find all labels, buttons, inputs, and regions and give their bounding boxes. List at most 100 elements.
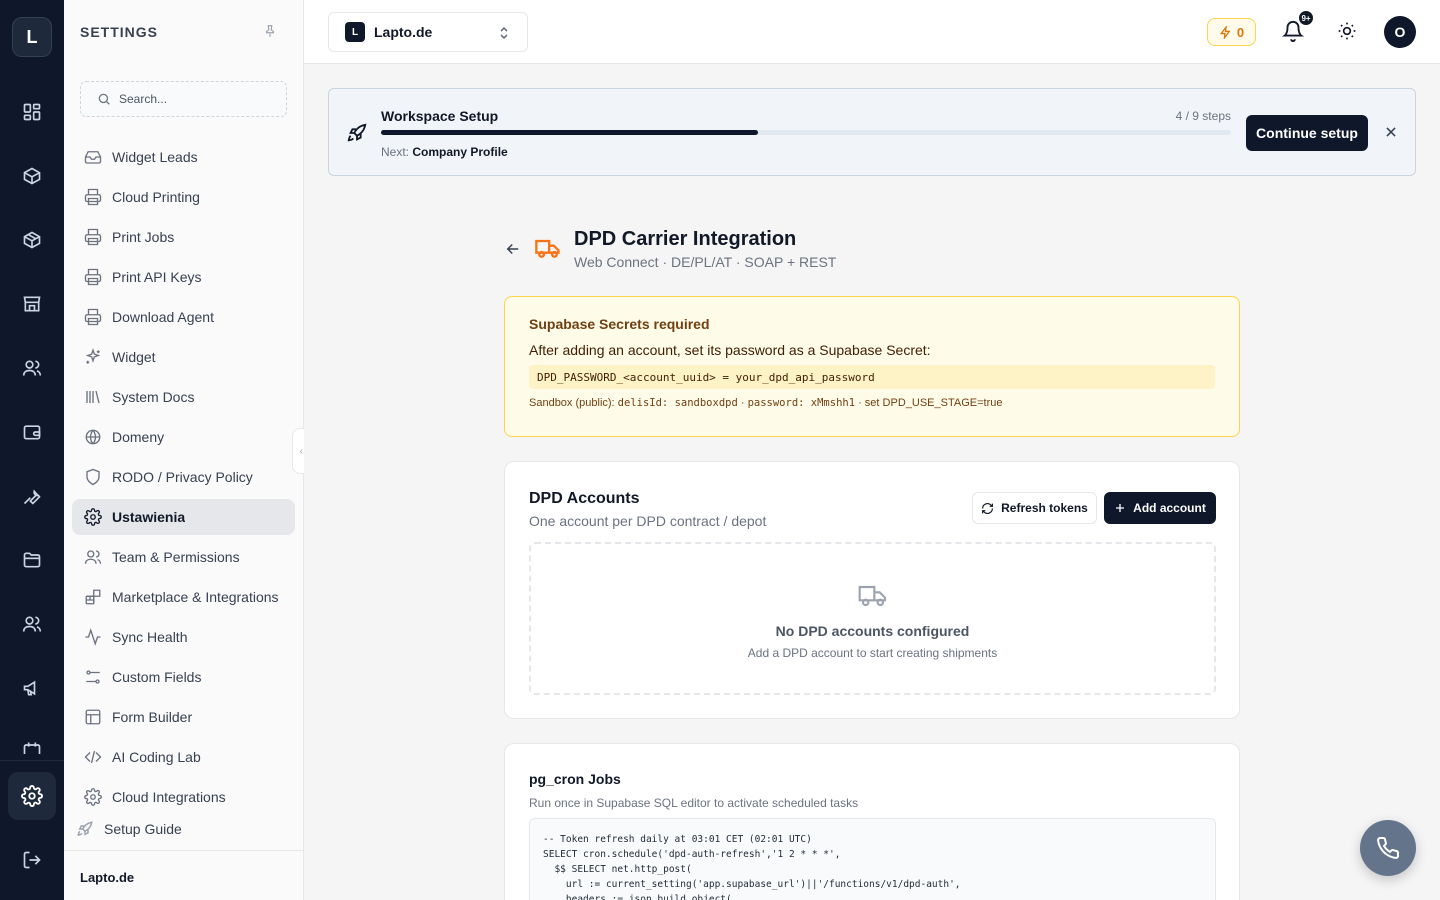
sidebar-item-team-permissions[interactable]: Team & Permissions xyxy=(72,539,295,575)
sidebar-item-label: System Docs xyxy=(112,389,195,405)
setup-progress-bar xyxy=(381,130,1231,135)
sidebar-title: SETTINGS xyxy=(80,24,159,40)
sandbox-user: delisId: sandboxdpd xyxy=(617,397,738,409)
credits-count: 0 xyxy=(1236,24,1245,40)
sidebar-item-cloud-integrations[interactable]: Cloud Integrations xyxy=(72,779,295,815)
top-bar: L Lapto.de 0 9+ O xyxy=(304,0,1440,64)
sidebar-nav: Widget Leads Cloud Printing Print Jobs Prin… xyxy=(72,139,295,819)
secret-code-snippet: DPD_PASSWORD_<account_uuid> = your_dpd_a… xyxy=(529,365,1215,389)
workspace-select[interactable]: L Lapto.de xyxy=(328,12,528,52)
sidebar-item-domeny[interactable]: Domeny xyxy=(72,419,295,455)
sidebar-item-rodo-privacy-policy[interactable]: RODO / Privacy Policy xyxy=(72,459,295,495)
secrets-warning-card: Supabase Secrets required After adding a… xyxy=(504,296,1240,437)
calendar-icon[interactable] xyxy=(20,740,44,754)
sidebar-item-form-builder[interactable]: Form Builder xyxy=(72,699,295,735)
user-avatar[interactable]: O xyxy=(1384,16,1416,48)
sun-icon[interactable] xyxy=(1337,21,1359,43)
sidebar-item-ai-coding-lab[interactable]: AI Coding Lab xyxy=(72,739,295,775)
add-account-button[interactable]: Add account xyxy=(1104,492,1216,524)
workspace-badge: L xyxy=(345,22,365,42)
sparkles-icon xyxy=(84,348,102,366)
wallet-icon[interactable] xyxy=(20,420,44,444)
continue-setup-button[interactable]: Continue setup xyxy=(1246,115,1368,151)
shield-icon xyxy=(84,468,102,486)
accounts-subtitle: One account per DPD contract / depot xyxy=(529,513,767,529)
folder-icon[interactable] xyxy=(20,548,44,572)
sidebar-search-input[interactable]: Search... xyxy=(80,81,287,117)
sidebar-item-download-agent[interactable]: Download Agent xyxy=(72,299,295,335)
contacts-icon[interactable] xyxy=(20,612,44,636)
sidebar-item-label: Team & Permissions xyxy=(112,549,240,565)
sidebar-item-custom-fields[interactable]: Custom Fields xyxy=(72,659,295,695)
close-icon[interactable] xyxy=(1384,125,1398,139)
page-subtitle: Web Connect · DE/PL/AT · SOAP + REST xyxy=(574,254,837,270)
truck-icon xyxy=(534,234,562,262)
sidebar-item-print-jobs[interactable]: Print Jobs xyxy=(72,219,295,255)
sidebar-item-label: Sync Health xyxy=(112,629,188,645)
sidebar-item-marketplace-integrations[interactable]: Marketplace & Integrations xyxy=(72,579,295,615)
sidebar-item-widget-leads[interactable]: Widget Leads xyxy=(72,139,295,175)
dpd-accounts-card: DPD Accounts One account per DPD contrac… xyxy=(504,461,1240,719)
sidebar-item-ustawienia[interactable]: Ustawienia xyxy=(72,499,295,535)
sidebar-item-label: Print Jobs xyxy=(112,229,175,245)
package-icon[interactable] xyxy=(20,164,44,188)
sliders-icon xyxy=(84,668,102,686)
store-icon[interactable] xyxy=(20,292,44,316)
empty-state-title: No DPD accounts configured xyxy=(775,623,970,639)
sidebar-item-cloud-printing[interactable]: Cloud Printing xyxy=(72,179,295,215)
logout-icon[interactable] xyxy=(20,848,44,872)
sidebar-item-sync-health[interactable]: Sync Health xyxy=(72,619,295,655)
back-arrow-icon[interactable] xyxy=(504,240,522,258)
sidebar-item-label: Cloud Printing xyxy=(112,189,200,205)
sidebar-item-label: AI Coding Lab xyxy=(112,749,201,765)
megaphone-icon[interactable] xyxy=(20,676,44,700)
box-icon[interactable] xyxy=(20,228,44,252)
wrench-icon[interactable] xyxy=(20,484,44,508)
code-line: SELECT cron.schedule('dpd-auth-refresh',… xyxy=(543,849,841,860)
code-line: headers := json_build_object( xyxy=(543,894,732,900)
setup-next-value: Company Profile xyxy=(412,145,508,159)
library-icon xyxy=(84,388,102,406)
sidebar-item-print-api-keys[interactable]: Print API Keys xyxy=(72,259,295,295)
rail-divider xyxy=(0,760,64,761)
cron-title: pg_cron Jobs xyxy=(529,771,621,787)
sidebar-item-label: Marketplace & Integrations xyxy=(112,589,279,605)
code-icon xyxy=(84,748,102,766)
rocket-icon xyxy=(346,122,368,144)
search-icon xyxy=(97,92,111,106)
empty-state: No DPD accounts configured Add a DPD acc… xyxy=(529,542,1216,695)
sidebar-footer: Lapto.de xyxy=(64,850,304,900)
settings-gear-icon[interactable] xyxy=(20,784,44,808)
accounts-title: DPD Accounts xyxy=(529,490,640,507)
app-logo[interactable]: L xyxy=(12,17,52,57)
sandbox-prefix: Sandbox (public): xyxy=(529,397,615,409)
sidebar-item-label: Print API Keys xyxy=(112,269,202,285)
users-icon[interactable] xyxy=(20,356,44,380)
pin-icon[interactable] xyxy=(263,24,279,40)
setup-guide-label: Setup Guide xyxy=(104,821,182,837)
code-line: url := current_setting('app.supabase_url… xyxy=(543,879,961,890)
setup-next-step: Next: Company Profile xyxy=(381,145,508,159)
setup-steps-count: 4 / 9 steps xyxy=(1175,109,1231,123)
warning-title: Supabase Secrets required xyxy=(529,316,710,332)
sidebar-item-label: RODO / Privacy Policy xyxy=(112,469,253,485)
cron-subtitle: Run once in Supabase SQL editor to activ… xyxy=(529,796,859,810)
sandbox-password: password: xMmshh1 xyxy=(747,397,856,409)
footer-workspace-name: Lapto.de xyxy=(80,870,135,885)
gear-icon xyxy=(84,788,102,806)
sidebar-item-system-docs[interactable]: System Docs xyxy=(72,379,295,415)
dashboard-icon[interactable] xyxy=(20,100,44,124)
code-line: $$ SELECT net.http_post( xyxy=(543,864,692,875)
warning-text: After adding an account, set its passwor… xyxy=(529,342,931,358)
sidebar-item-label: Ustawienia xyxy=(112,509,186,525)
phone-call-button[interactable] xyxy=(1360,820,1416,876)
setup-next-label: Next: xyxy=(381,145,410,159)
sidebar-collapse-handle[interactable]: ‹ xyxy=(292,428,304,474)
credits-badge[interactable]: 0 xyxy=(1207,18,1256,46)
workspace-name: Lapto.de xyxy=(374,24,433,40)
refresh-tokens-button[interactable]: Refresh tokens xyxy=(972,492,1097,524)
sidebar-item-widget[interactable]: Widget xyxy=(72,339,295,375)
printer-icon xyxy=(84,268,102,286)
setup-guide-link[interactable]: Setup Guide xyxy=(76,820,182,838)
sidebar-item-label: Download Agent xyxy=(112,309,214,325)
